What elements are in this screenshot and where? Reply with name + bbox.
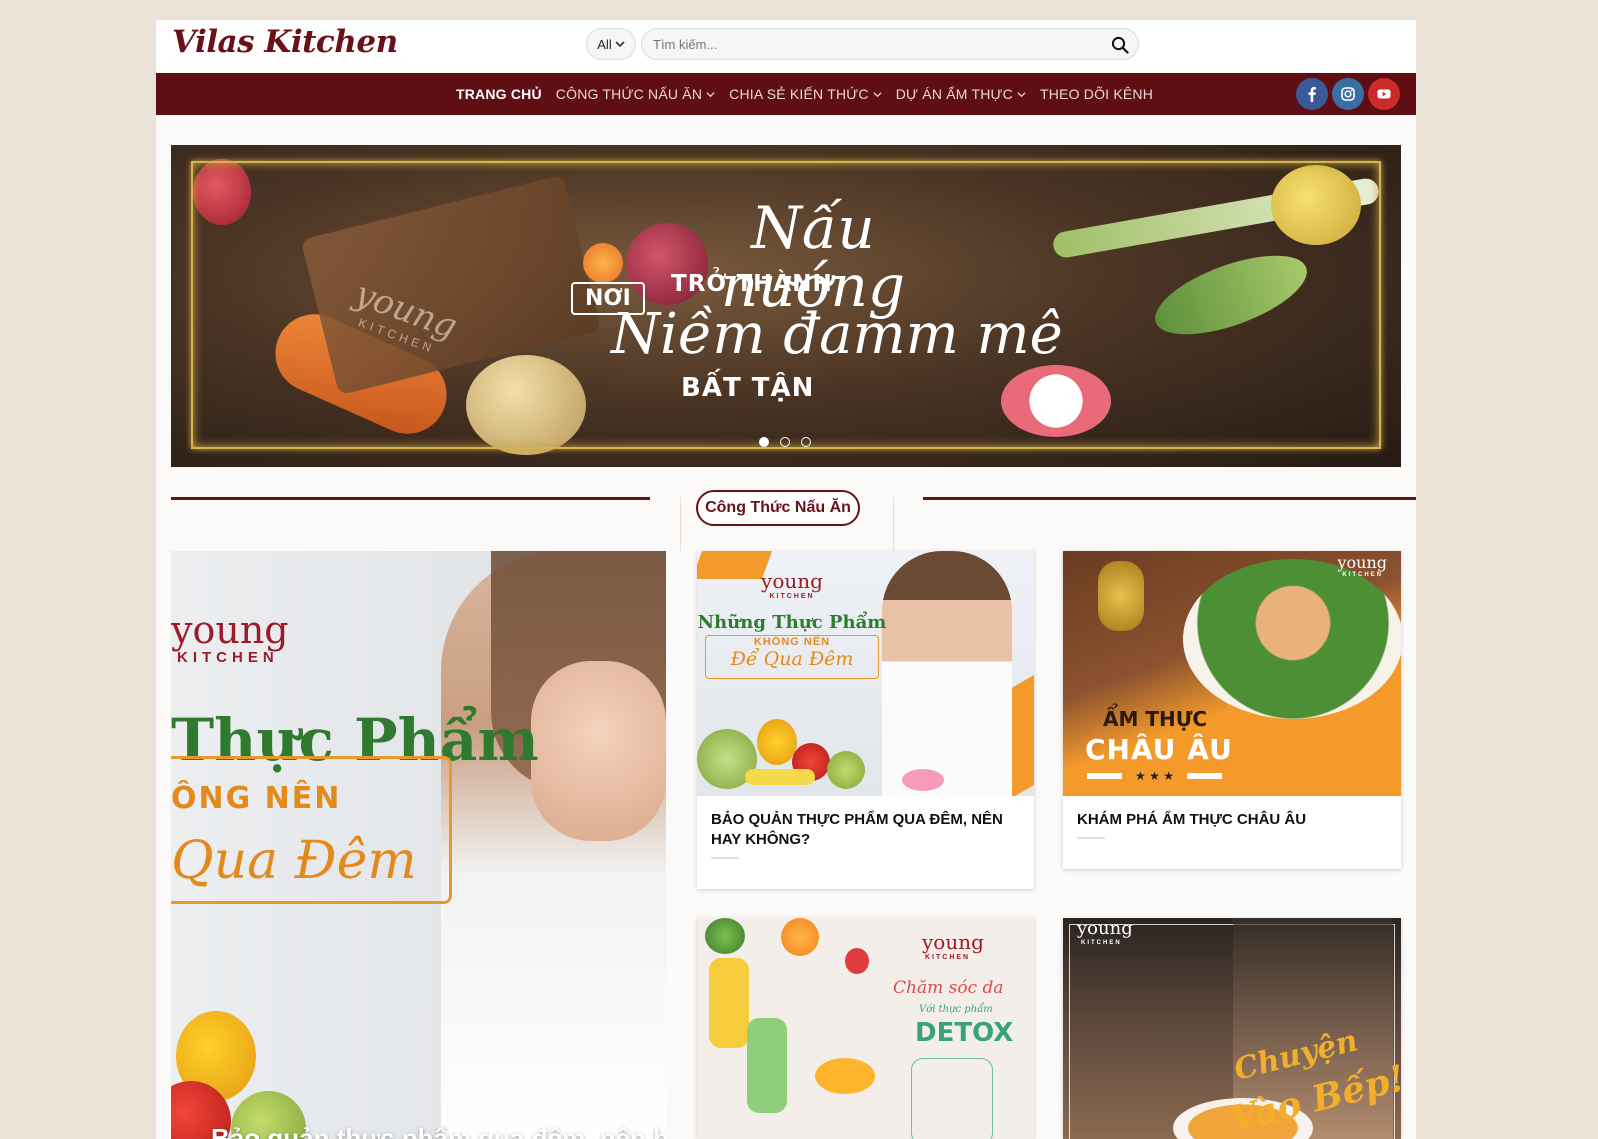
feature-brand-sub: KITCHEN [177,649,279,666]
slider-dot-3[interactable] [801,437,811,447]
card-img-line2: Với thực phẩm [919,1004,993,1015]
card-brand-sub: KITCHEN [1081,940,1122,946]
card-img-line2: KHÔNG NÊN [753,636,831,648]
card-img-line1: Những Thực Phẩm [697,612,887,633]
card-img-line3: DETOX [915,1018,1014,1048]
nav-item-label: THEO DÕI KÊNH [1040,86,1154,102]
post-card[interactable]: young KITCHEN Những Thực Phẩm KHÔNG NÊN … [697,551,1034,889]
chevron-down-icon [615,41,625,48]
broccoli-image [705,918,745,954]
chevron-down-icon [706,91,715,97]
apple-image [827,751,865,789]
main-nav: TRANG CHỦ CÔNG THỨC NẤU ĂN CHIA SẺ KIẾN … [156,73,1416,115]
oil-bottle-image [1098,561,1144,631]
post-card-image: young KITCHEN Chuyện Vào Bếp! [1063,918,1401,1139]
section-divider-left [171,497,650,500]
feature-caption: Bảo quản thực phẩm qua đêm, nên hay [211,1123,666,1139]
salad-plate-image [1183,559,1401,719]
pepper-image [757,719,797,765]
mango-image [815,1058,875,1094]
jar-illustration [911,1058,993,1139]
hero-line2: TRỞ THÀNH [671,271,833,297]
post-card-image: young KITCHEN ẨM THỰC CHÂU ÂU ★ ★ ★ [1063,551,1401,796]
search-form: All [586,28,1139,62]
feature-line3: Qua Đêm [171,831,417,891]
nav-item-theo-doi-kenh[interactable]: THEO DÕI KÊNH [1040,86,1153,102]
search-input[interactable] [641,28,1139,60]
card-brand-sub: KITCHEN [769,593,815,600]
featured-post[interactable]: young KITCHEN Thực Phẩm ÔNG NÊN Qua Đêm … [171,551,666,1139]
nav-item-label: TRANG CHỦ [456,86,542,102]
nav-item-label: DỰ ÁN ẨM THỰC [895,86,1013,102]
card-brand: young [922,930,984,954]
post-card-title[interactable]: KHÁM PHÁ ẨM THỰC CHÂU ÂU [1077,810,1387,830]
search-icon [1111,36,1129,54]
category-select-value: All [597,36,612,52]
chevron-down-icon [873,91,882,97]
post-card-image: young KITCHEN Chăm sóc da Với thực phẩm … [697,918,1034,1139]
card-brand: young [1077,918,1133,939]
card-img-line2: CHÂU ÂU [1085,733,1233,766]
site-logo[interactable]: Vilas Kitchen [172,24,398,60]
post-card-divider [711,857,739,859]
card-brand-sub: KITCHEN [1342,572,1383,578]
youtube-link[interactable] [1368,78,1400,110]
section-divider-right [923,497,1416,500]
feature-brand-name: young [171,608,289,652]
card-brand: young [1337,553,1387,572]
hero-tagline: NƠI Nấu nướng TRỞ THÀNH Niềm đamm mê BẤT… [551,175,1063,435]
post-card[interactable]: young KITCHEN ẨM THỰC CHÂU ÂU ★ ★ ★ KHÁM… [1063,551,1401,869]
juice-bottle-image [709,958,749,1048]
juice-bottle-image [747,1018,787,1113]
card-brand-sub: KITCHEN [925,954,971,961]
banana-image [745,769,815,785]
card-img-line1: ẨM THỰC [1103,707,1208,731]
nav-item-label: CHIA SẺ KIẾN THỨC [729,86,869,102]
card-img-line3: Để Qua Đêm [730,648,854,670]
nav-item-du-an-am-thuc[interactable]: DỰ ÁN ẨM THỰC [896,86,1026,102]
youtube-icon [1377,89,1391,99]
card-brand: young [761,569,823,593]
post-card-title[interactable]: BẢO QUẢN THỰC PHẨM QUA ĐÊM, NÊN HAY KHÔN… [711,810,1020,850]
donut-image [902,769,944,791]
site-header: Vilas Kitchen All [156,20,1416,72]
nav-item-chia-se-kien-thuc[interactable]: CHIA SẺ KIẾN THỨC [729,86,882,102]
page: Vilas Kitchen All TRANG CHỦ CÔNG THỨC NẤ… [156,20,1416,1139]
nav-menu: TRANG CHỦ CÔNG THỨC NẤU ĂN CHIA SẺ KIẾN … [456,73,1153,115]
instagram-icon [1341,87,1355,101]
social-links [1296,78,1400,110]
hero-line3-script: Niềm đamm mê [611,302,1063,367]
feature-brand: young KITCHEN [171,611,289,666]
instagram-link[interactable] [1332,78,1364,110]
star-divider-icon: ★ ★ ★ [1087,769,1222,783]
hero-slider[interactable]: young KITCHEN NƠI Nấu nướng TRỞ THÀNH Ni… [171,145,1401,467]
post-card-divider [1077,837,1105,839]
nav-item-label: CÔNG THỨC NẤU ĂN [555,86,703,102]
slider-dots [759,437,811,447]
section-title[interactable]: Công Thức Nấu Ăn [696,490,860,526]
nav-item-trang-chu[interactable]: TRANG CHỦ [456,86,542,102]
strawberry-image [845,948,869,974]
hero-line1-script: Nấu nướng [720,194,905,320]
post-card-image: young KITCHEN Những Thực Phẩm KHÔNG NÊN … [697,551,1034,796]
post-card[interactable]: young KITCHEN Chăm sóc da Với thực phẩm … [697,918,1034,1139]
search-button[interactable] [1109,34,1131,56]
section-vline-right [893,497,894,551]
hero-line4: BẤT TẬN [681,373,815,403]
slider-dot-1[interactable] [759,437,769,447]
feature-line2: ÔNG NÊN [171,781,342,816]
nav-item-cong-thuc-nau-an[interactable]: CÔNG THỨC NẤU ĂN [556,86,715,102]
post-card[interactable]: young KITCHEN Chuyện Vào Bếp! [1063,918,1401,1139]
category-select[interactable]: All [586,28,636,60]
orange-image [781,918,819,956]
facebook-link[interactable] [1296,78,1328,110]
feature-face-image [531,661,666,841]
section-vline-left [680,497,681,551]
chevron-down-icon [1017,91,1026,97]
card-img-line1: Chăm sóc da [893,978,1004,998]
slider-dot-2[interactable] [780,437,790,447]
card-img-text-box: KHÔNG NÊN Để Qua Đêm [705,635,879,679]
facebook-icon [1308,87,1316,102]
woman-image [882,551,1012,796]
